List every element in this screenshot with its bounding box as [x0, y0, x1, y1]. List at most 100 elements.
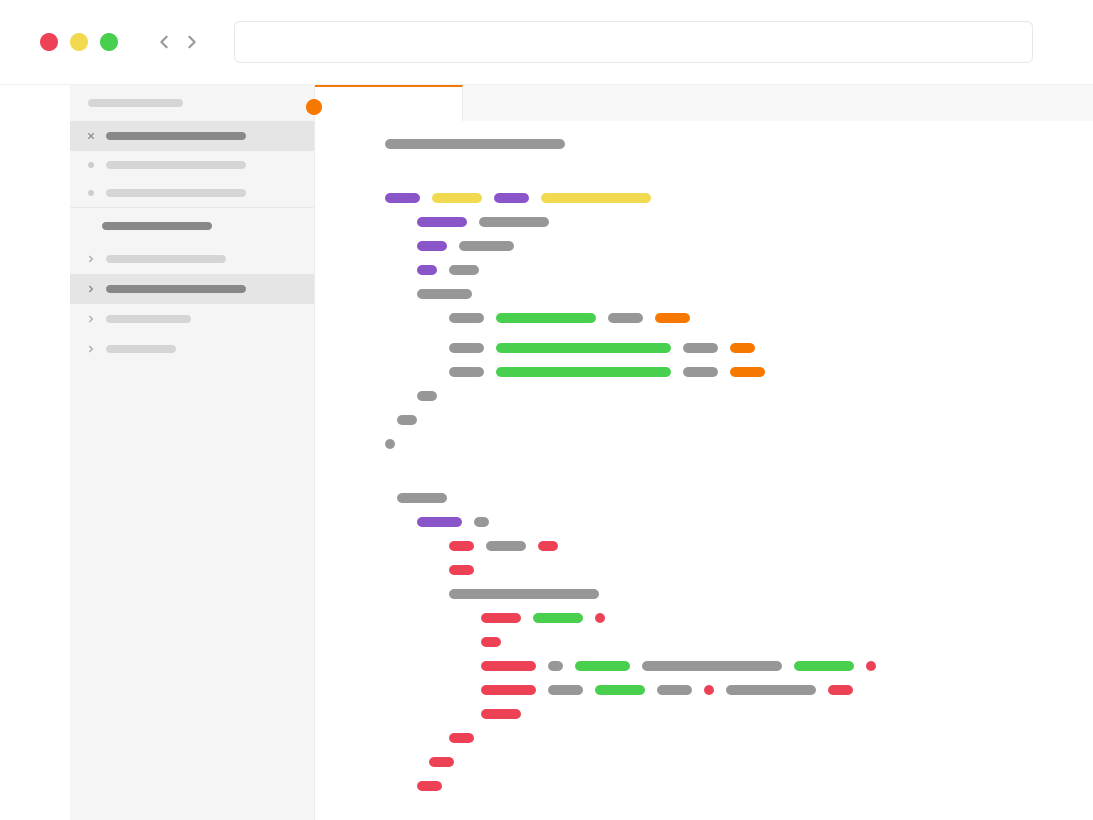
- code-line: [385, 139, 1093, 149]
- code-token: [828, 685, 853, 695]
- sidebar-open-file-3[interactable]: [70, 179, 314, 207]
- chevron-right-icon: [86, 314, 96, 324]
- window-minimize-button[interactable]: [70, 33, 88, 51]
- code-token: [449, 343, 484, 353]
- code-token: [417, 241, 447, 251]
- code-token: [655, 313, 690, 323]
- nav-back-button[interactable]: [154, 32, 174, 52]
- close-icon[interactable]: [86, 131, 96, 141]
- code-token: [595, 613, 605, 623]
- code-token: [432, 193, 482, 203]
- code-line: [417, 517, 1093, 527]
- code-token: [642, 661, 782, 671]
- code-token: [417, 217, 467, 227]
- code-line: [481, 685, 1093, 695]
- sidebar-open-file-2[interactable]: [70, 151, 314, 179]
- sidebar-folder-2[interactable]: [70, 274, 314, 304]
- code-token: [496, 313, 596, 323]
- code-token: [496, 367, 671, 377]
- code-line: [449, 589, 1093, 599]
- code-token: [449, 589, 599, 599]
- code-line: [429, 757, 1093, 767]
- address-bar[interactable]: [234, 21, 1033, 63]
- code-token: [449, 733, 474, 743]
- sidebar-top-section: [70, 85, 314, 208]
- code-line: [481, 613, 1093, 623]
- bullet-icon: [88, 190, 94, 196]
- sidebar-folder-3[interactable]: [70, 304, 314, 334]
- window-close-button[interactable]: [40, 33, 58, 51]
- sidebar-folder-1[interactable]: [70, 244, 314, 274]
- browser-chrome: [0, 0, 1093, 85]
- code-token: [481, 685, 536, 695]
- code-token: [494, 193, 529, 203]
- modified-indicator-icon: [306, 99, 322, 115]
- code-token: [449, 313, 484, 323]
- code-token: [595, 685, 645, 695]
- code-line: [417, 391, 1093, 401]
- code-token: [417, 265, 437, 275]
- code-token: [866, 661, 876, 671]
- code-line: [449, 565, 1093, 575]
- sidebar-section-header: [70, 208, 314, 244]
- chevron-right-icon: [86, 254, 96, 264]
- code-token: [726, 685, 816, 695]
- sidebar: [70, 85, 315, 820]
- code-token: [496, 343, 671, 353]
- code-token: [683, 367, 718, 377]
- code-line: [449, 313, 1093, 323]
- code-token: [449, 565, 474, 575]
- sidebar-item-label: [106, 285, 246, 293]
- code-token: [449, 541, 474, 551]
- nav-forward-button[interactable]: [182, 32, 202, 52]
- code-line: [417, 289, 1093, 299]
- code-token: [481, 637, 501, 647]
- code-line: [417, 265, 1093, 275]
- chevron-right-icon: [86, 284, 96, 294]
- code-line: [449, 733, 1093, 743]
- sidebar-item-label: [106, 255, 226, 263]
- chevron-right-icon: [86, 344, 96, 354]
- code-token: [479, 217, 549, 227]
- sidebar-folder-4[interactable]: [70, 334, 314, 364]
- sidebar-open-file-1[interactable]: [70, 121, 314, 151]
- code-token: [548, 661, 563, 671]
- code-line: [449, 367, 1093, 377]
- code-token: [385, 139, 565, 149]
- workspace: [70, 85, 1093, 820]
- code-line: [417, 781, 1093, 791]
- code-token: [385, 439, 395, 449]
- code-line: [397, 415, 1093, 425]
- code-token: [704, 685, 714, 695]
- sidebar-header-label: [102, 222, 212, 230]
- code-line: [397, 493, 1093, 503]
- tab-active[interactable]: [315, 85, 463, 121]
- sidebar-item-label: [106, 315, 191, 323]
- code-token: [548, 685, 583, 695]
- code-token: [575, 661, 630, 671]
- code-token: [481, 709, 521, 719]
- code-token: [417, 289, 472, 299]
- sidebar-item-label: [106, 161, 246, 169]
- code-token: [730, 343, 755, 353]
- code-token: [417, 517, 462, 527]
- code-editor[interactable]: [315, 121, 1093, 820]
- code-token: [429, 757, 454, 767]
- code-token: [608, 313, 643, 323]
- code-token: [385, 193, 420, 203]
- code-token: [533, 613, 583, 623]
- code-line: [385, 193, 1093, 203]
- tab-bar: [315, 85, 1093, 121]
- window-maximize-button[interactable]: [100, 33, 118, 51]
- sidebar-item-label: [106, 189, 246, 197]
- sidebar-header-label: [88, 99, 183, 107]
- code-token: [538, 541, 558, 551]
- code-token: [459, 241, 514, 251]
- code-token: [397, 415, 417, 425]
- code-line: [481, 637, 1093, 647]
- sidebar-section-header: [70, 85, 314, 121]
- code-token: [449, 265, 479, 275]
- code-token: [481, 613, 521, 623]
- code-token: [417, 391, 437, 401]
- code-token: [657, 685, 692, 695]
